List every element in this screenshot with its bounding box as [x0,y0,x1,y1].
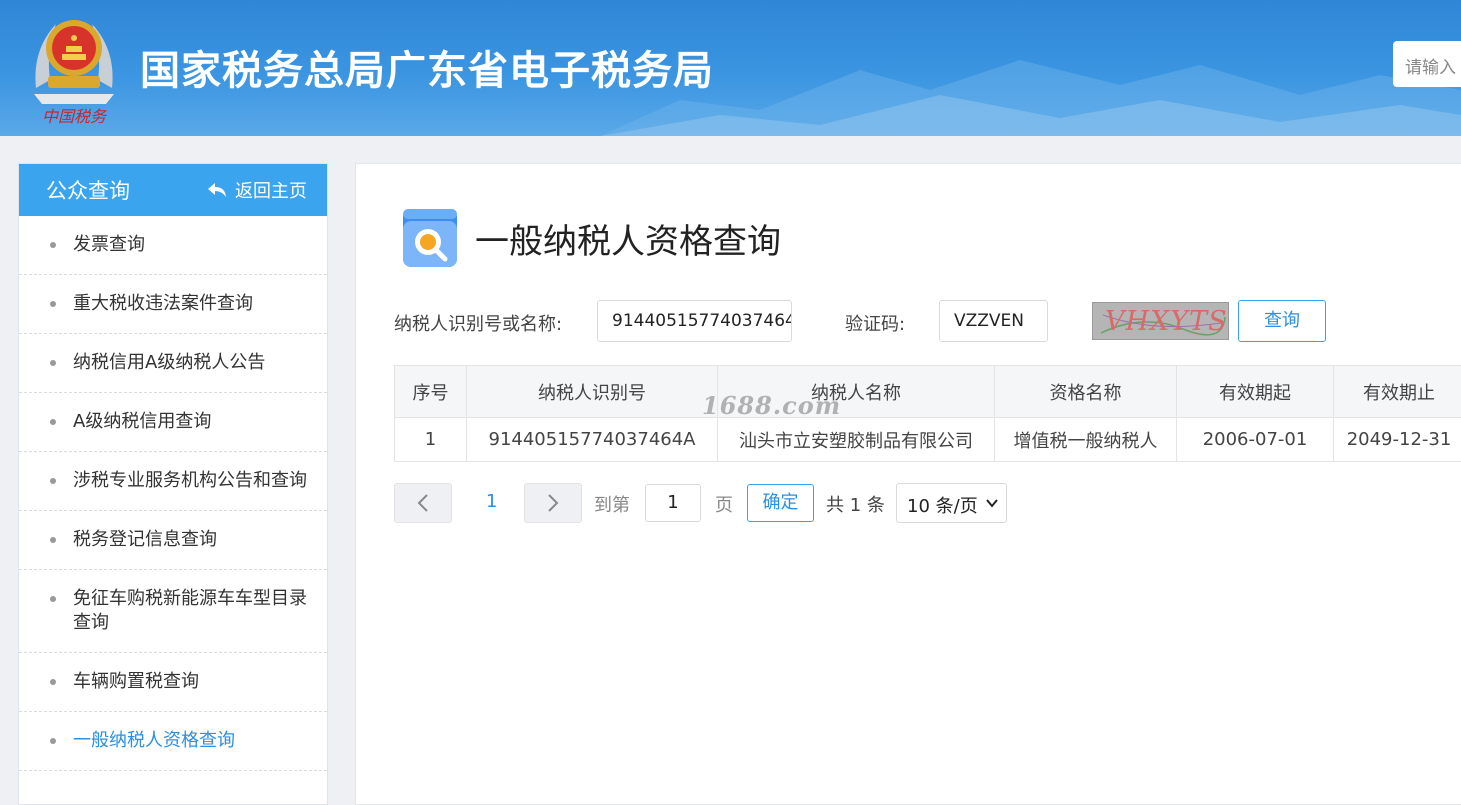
site-title: 国家税务总局广东省电子税务局 [140,48,714,94]
taxpayer-label: 纳税人识别号或名称: [394,314,563,335]
sidebar-item-a-credit-query[interactable]: A级纳税信用查询 [19,393,327,452]
goto-confirm-button[interactable]: 确定 [747,484,814,522]
captcha-label: 验证码: [845,314,906,335]
col-header-valid-from: 有效期起 [1176,365,1334,418]
back-home-link[interactable]: 返回主页 [207,177,307,203]
header-search-input[interactable]: 请输入 [1393,41,1461,87]
captcha-input[interactable]: VZZVEN [939,300,1048,342]
page-unit-label: 页 [715,495,733,516]
col-header-index: 序号 [394,365,467,418]
sidebar-item-vehicle-purchase-tax[interactable]: 车辆购置税查询 [19,653,327,712]
tax-emblem-logo: 中国税务 [34,20,114,126]
site-header: 中国税务 国家税务总局广东省电子税务局 请输入 [0,0,1461,136]
chevron-left-icon [417,494,428,512]
back-home-label: 返回主页 [235,181,307,202]
bullet-dot [50,478,56,484]
bullet-dot [50,738,56,744]
chevron-right-icon [548,494,559,512]
sidebar-item-new-energy-vehicles[interactable]: 免征车购税新能源车车型目录查询 [19,570,327,653]
watermark: 1688.com [702,391,842,420]
page-number-current[interactable]: 1 [486,491,497,512]
total-count: 共 1 条 [826,495,885,516]
sidebar: 公众查询 返回主页 发票查询 重大税收违法案件查询 纳税信用A级纳税人公告 A级… [18,163,328,805]
sidebar-item-label: A级纳税信用查询 [73,411,212,432]
page-size-value: 10 条/页 [907,496,978,517]
col-header-taxpayer-id: 纳税人识别号 [466,365,718,418]
bullet-dot [50,360,56,366]
goto-label: 到第 [594,495,630,516]
cell-taxpayer-id: 91440515774037464A [466,417,718,462]
bullet-dot [50,537,56,543]
query-form: 纳税人识别号或名称: 91440515774037464A 验证码: VZZVE… [394,300,1454,342]
cell-index: 1 [394,417,467,462]
bullet-dot [50,301,56,307]
cell-qualification: 增值税一般纳税人 [994,417,1177,462]
sidebar-item-label: 车辆购置税查询 [73,671,199,692]
page-title: 一般纳税人资格查询 [475,222,781,262]
goto-page-input[interactable]: 1 [645,484,701,522]
sidebar-item-a-credit-announcement[interactable]: 纳税信用A级纳税人公告 [19,334,327,393]
mountain-background [600,60,1461,136]
main-panel: 一般纳税人资格查询 纳税人识别号或名称: 91440515774037464A … [355,163,1461,805]
sidebar-item-label: 涉税专业服务机构公告和查询 [73,470,307,491]
sidebar-title: 公众查询 [46,179,130,203]
prev-page-button[interactable] [394,483,452,523]
sidebar-item-label: 税务登记信息查询 [73,529,217,550]
bullet-dot [50,242,56,248]
sidebar-item-label: 发票查询 [73,234,145,255]
query-button[interactable]: 查询 [1238,300,1326,342]
bullet-dot [50,419,56,425]
sidebar-item-major-tax-violation[interactable]: 重大税收违法案件查询 [19,275,327,334]
col-header-qualification: 资格名称 [994,365,1177,418]
bullet-dot [50,596,56,602]
back-arrow-icon [208,183,226,197]
sidebar-item-label: 免征车购税新能源车车型目录查询 [73,588,307,633]
pagination: 1 到第 1 页 确定 共 1 条 10 条/页 [394,483,1454,523]
sidebar-item-tax-service-agencies[interactable]: 涉税专业服务机构公告和查询 [19,452,327,511]
taxpayer-id-input[interactable]: 91440515774037464A [597,300,792,342]
sidebar-item-label: 重大税收违法案件查询 [73,293,253,314]
chevron-down-icon [986,499,998,508]
sidebar-item-label: 一般纳税人资格查询 [73,730,235,751]
captcha-image[interactable]: VHXYTS [1092,302,1229,340]
next-page-button[interactable] [524,483,582,523]
sidebar-header: 公众查询 返回主页 [19,164,327,216]
cell-valid-from: 2006-07-01 [1176,417,1334,462]
table-row: 1 91440515774037464A 汕头市立安塑胶制品有限公司 增值税一般… [394,417,1461,462]
sidebar-item-general-taxpayer[interactable]: 一般纳税人资格查询 [19,712,327,771]
cell-taxpayer-name: 汕头市立安塑胶制品有限公司 [717,417,995,462]
svg-text:中国税务: 中国税务 [42,107,108,126]
cell-valid-to: 2049-12-31 [1333,417,1461,462]
sidebar-item-invoice-query[interactable]: 发票查询 [19,216,327,275]
table-header-row: 序号 纳税人识别号 纳税人名称 资格名称 有效期起 有效期止 [394,365,1461,418]
col-header-valid-to: 有效期止 [1333,365,1461,418]
result-table: 序号 纳税人识别号 纳税人名称 资格名称 有效期起 有效期止 1 9144051… [394,365,1461,462]
sidebar-item-tax-registration[interactable]: 税务登记信息查询 [19,511,327,570]
bullet-dot [50,679,56,685]
sidebar-item-label: 纳税信用A级纳税人公告 [73,352,266,373]
search-document-icon [403,209,457,267]
page-size-select[interactable]: 10 条/页 [896,483,1007,523]
captcha-text: VHXYTS [1105,306,1228,337]
